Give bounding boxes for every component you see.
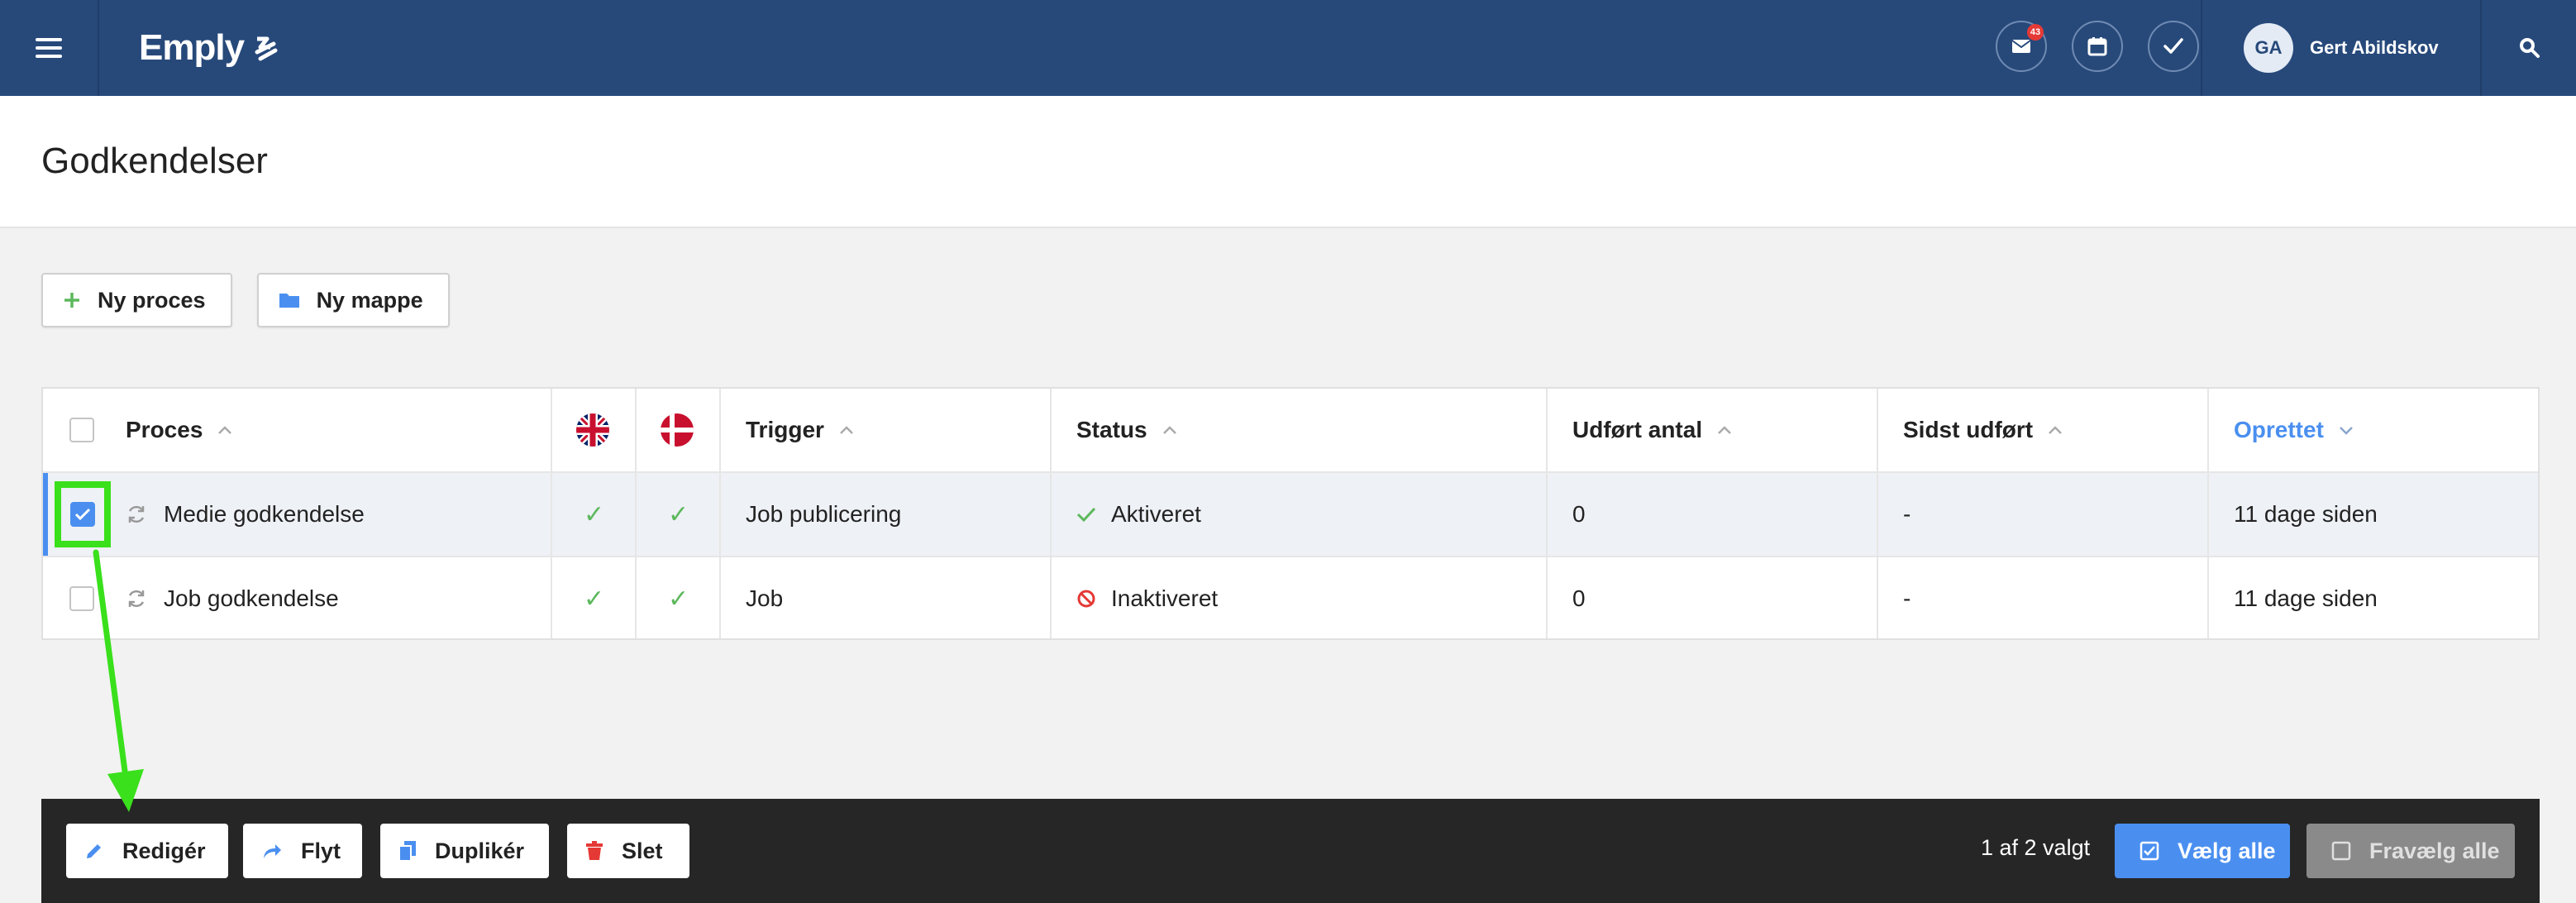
calendar-icon bbox=[2087, 37, 2107, 56]
created-value: 11 dage siden bbox=[2234, 501, 2378, 527]
column-header-status[interactable]: Status bbox=[1076, 389, 1177, 471]
edit-button[interactable]: Redigér bbox=[66, 824, 228, 878]
empty-box-icon bbox=[2331, 841, 2351, 861]
process-name[interactable]: Job godkendelse bbox=[164, 585, 339, 612]
column-header-done-count[interactable]: Udført antal bbox=[1572, 389, 1732, 471]
column-divider bbox=[1546, 389, 1548, 638]
search-button[interactable] bbox=[2483, 0, 2576, 96]
menu-button[interactable] bbox=[0, 0, 99, 96]
checkmark-icon bbox=[2163, 38, 2183, 54]
sort-up-icon bbox=[1717, 425, 1732, 435]
copy-icon bbox=[398, 840, 417, 862]
english-flag-icon bbox=[575, 389, 610, 471]
created-value: 11 dage siden bbox=[2234, 585, 2378, 611]
user-name: Gert Abildskov bbox=[2310, 37, 2439, 58]
status-value: Aktiveret bbox=[1111, 501, 1201, 527]
process-name[interactable]: Medie godkendelse bbox=[164, 501, 365, 528]
new-process-label: Ny proces bbox=[98, 287, 206, 313]
tasks-button[interactable] bbox=[2148, 21, 2199, 72]
checkmark-icon bbox=[74, 508, 91, 521]
check-icon bbox=[1076, 507, 1096, 523]
duplicate-button[interactable]: Duplikér bbox=[380, 824, 549, 878]
pencil-icon bbox=[84, 841, 104, 861]
user-menu[interactable]: GA Gert Abildskov bbox=[2201, 0, 2482, 96]
column-header-trigger[interactable]: Trigger bbox=[746, 389, 854, 471]
top-navigation-bar: Emply 43 GA Gert Abildskov bbox=[0, 0, 2576, 96]
checked-box-icon bbox=[2140, 841, 2159, 861]
deselect-all-button[interactable]: Fravælg alle bbox=[2306, 824, 2515, 878]
danish-flag-icon bbox=[660, 389, 694, 471]
new-folder-label: Ny mappe bbox=[316, 287, 423, 313]
bulk-actions-bar: Redigér Flyt Duplikér Slet 1 af 2 valgt … bbox=[41, 799, 2540, 903]
notification-badge: 43 bbox=[2027, 24, 2044, 41]
last-done-value: - bbox=[1903, 501, 1911, 527]
selection-count: 1 af 2 valgt bbox=[1981, 835, 2091, 860]
recurring-icon bbox=[128, 590, 145, 608]
status-value: Inaktiveret bbox=[1111, 585, 1219, 611]
avatar: GA bbox=[2244, 23, 2293, 73]
table-row[interactable]: Medie godkendelse ✓ ✓ Job publicering Ak… bbox=[43, 473, 2538, 557]
brand-name: Emply bbox=[139, 27, 245, 68]
calendar-button[interactable] bbox=[2072, 21, 2123, 72]
approvals-table: Proces Trigger Status Udført antal Sidst… bbox=[41, 387, 2540, 640]
danish-enabled-check-icon: ✓ bbox=[668, 500, 689, 528]
search-icon bbox=[2520, 38, 2540, 58]
plus-icon bbox=[63, 291, 81, 309]
sort-up-icon bbox=[217, 425, 232, 435]
column-divider bbox=[719, 389, 721, 638]
new-folder-button[interactable]: Ny mappe bbox=[256, 273, 450, 327]
select-all-checkbox[interactable] bbox=[69, 418, 94, 442]
sort-up-icon bbox=[839, 425, 854, 435]
column-header-process[interactable]: Proces bbox=[126, 389, 232, 471]
trigger-value: Job bbox=[746, 585, 784, 611]
move-button[interactable]: Flyt bbox=[243, 824, 362, 878]
brand-logo[interactable]: Emply bbox=[139, 27, 279, 69]
new-process-button[interactable]: Ny proces bbox=[41, 273, 232, 327]
sort-up-icon bbox=[1162, 425, 1177, 435]
sort-up-icon bbox=[2048, 425, 2063, 435]
column-divider bbox=[1050, 389, 1052, 638]
share-arrow-icon bbox=[261, 842, 283, 860]
brand-mark-icon bbox=[255, 36, 278, 61]
folder-icon bbox=[279, 291, 300, 309]
english-enabled-check-icon: ✓ bbox=[584, 585, 605, 613]
trigger-value: Job publicering bbox=[746, 501, 902, 527]
danish-enabled-check-icon: ✓ bbox=[668, 585, 689, 613]
column-header-created[interactable]: Oprettet bbox=[2234, 389, 2354, 471]
page-header: Godkendelser bbox=[0, 96, 2576, 228]
page-title: Godkendelser bbox=[41, 141, 268, 181]
table-row[interactable]: Job godkendelse ✓ ✓ Job Inaktiveret 0 - … bbox=[43, 557, 2538, 642]
last-done-value: - bbox=[1903, 585, 1911, 611]
column-divider bbox=[635, 389, 637, 638]
done-count-value: 0 bbox=[1572, 585, 1586, 611]
column-divider bbox=[1877, 389, 1878, 638]
done-count-value: 0 bbox=[1572, 501, 1586, 527]
column-header-last-done[interactable]: Sidst udført bbox=[1903, 389, 2063, 471]
english-enabled-check-icon: ✓ bbox=[584, 500, 605, 528]
messages-button[interactable]: 43 bbox=[1996, 21, 2047, 72]
column-divider bbox=[2207, 389, 2209, 638]
trash-icon bbox=[585, 841, 603, 861]
sort-down-icon bbox=[2339, 425, 2354, 435]
select-all-button[interactable]: Vælg alle bbox=[2115, 824, 2290, 878]
blocked-icon bbox=[1077, 590, 1095, 608]
table-header-row: Proces Trigger Status Udført antal Sidst… bbox=[43, 389, 2538, 473]
mail-icon bbox=[2011, 40, 2031, 53]
delete-button[interactable]: Slet bbox=[567, 824, 689, 878]
row-checkbox[interactable] bbox=[70, 502, 95, 527]
column-divider bbox=[551, 389, 552, 638]
recurring-icon bbox=[128, 505, 145, 523]
toolbar: Ny proces Ny mappe bbox=[41, 273, 450, 327]
selection-highlight bbox=[55, 481, 111, 547]
row-checkbox[interactable] bbox=[69, 586, 94, 611]
hamburger-icon bbox=[36, 36, 62, 60]
